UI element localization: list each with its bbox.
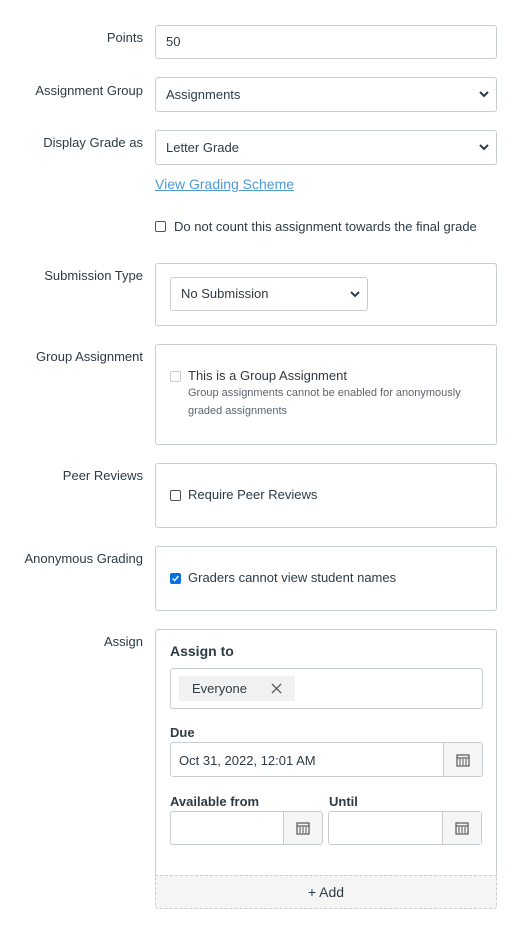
assign-label: Assign (103, 634, 143, 649)
peer-reviews-checkbox[interactable] (170, 490, 181, 501)
group-assignment-note: Group assignments cannot be enabled for … (188, 387, 461, 417)
anonymous-grading-label: Anonymous Grading (24, 551, 143, 566)
calendar-icon (455, 822, 469, 835)
chevron-down-icon (350, 291, 360, 298)
final-grade-checkbox[interactable] (155, 221, 166, 232)
until-calendar-button[interactable] (442, 812, 481, 844)
assignment-group-label: Assignment Group (35, 83, 143, 98)
submission-type-select[interactable]: No Submission (170, 277, 368, 311)
group-assignment-checkbox[interactable] (170, 371, 181, 382)
display-grade-value: Letter Grade (166, 140, 239, 155)
group-assignment-label: Group Assignment (36, 349, 143, 364)
anonymous-grading-checkbox[interactable] (170, 573, 181, 584)
calendar-icon (456, 753, 470, 767)
display-grade-label: Display Grade as (43, 135, 143, 150)
everyone-token[interactable]: Everyone (179, 676, 295, 701)
due-date-value: Oct 31, 2022, 12:01 AM (179, 753, 316, 768)
available-from-calendar-button[interactable] (283, 812, 322, 844)
submission-type-value: No Submission (181, 286, 269, 301)
close-icon[interactable] (271, 683, 282, 694)
everyone-token-label: Everyone (192, 681, 247, 696)
display-grade-select[interactable]: Letter Grade (155, 130, 497, 165)
submission-type-label: Submission Type (44, 268, 143, 283)
chevron-down-icon (479, 91, 489, 98)
anonymous-grading-checkbox-label: Graders cannot view student names (188, 570, 397, 585)
peer-reviews-checkbox-label: Require Peer Reviews (188, 487, 318, 502)
until-label: Until (329, 794, 358, 809)
final-grade-checkbox-label: Do not count this assignment towards the… (174, 219, 477, 234)
available-from-label: Available from (170, 794, 260, 809)
checkmark-icon (172, 575, 179, 582)
until-input[interactable] (328, 811, 482, 845)
assign-to-label: Assign to (170, 643, 234, 659)
points-label: Points (106, 30, 143, 45)
assignment-group-select[interactable]: Assignments (155, 77, 497, 112)
peer-reviews-label: Peer Reviews (62, 468, 143, 483)
available-from-input[interactable] (170, 811, 323, 845)
due-calendar-button[interactable] (443, 743, 482, 776)
add-assignee-button[interactable]: + Add (155, 875, 497, 909)
chevron-down-icon (479, 144, 489, 151)
view-grading-scheme-link[interactable]: View Grading Scheme (155, 176, 294, 192)
due-date-input[interactable]: Oct 31, 2022, 12:01 AM (170, 742, 483, 777)
calendar-icon (296, 822, 310, 835)
assignment-group-value: Assignments (166, 87, 241, 102)
points-input[interactable]: 50 (155, 25, 497, 59)
group-assignment-checkbox-label: This is a Group Assignment (188, 368, 347, 383)
assign-to-input[interactable]: Everyone (170, 668, 483, 709)
due-label: Due (170, 725, 195, 740)
